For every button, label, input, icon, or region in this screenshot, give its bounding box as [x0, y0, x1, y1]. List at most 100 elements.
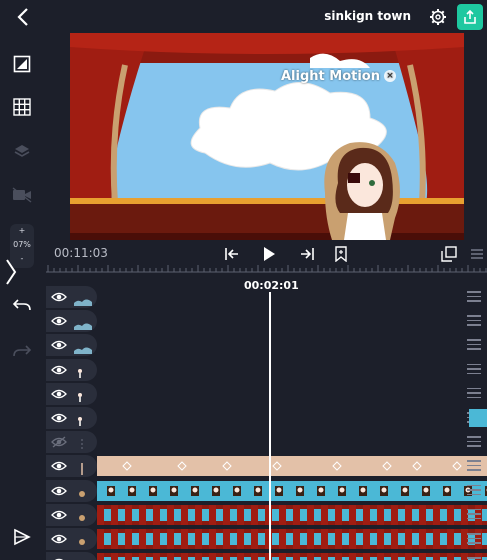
track-clip[interactable]: [97, 504, 487, 525]
bookmark-icon: [335, 246, 347, 262]
eye-icon[interactable]: [51, 508, 67, 522]
track-clip[interactable]: [97, 553, 487, 560]
track-clip[interactable]: [97, 529, 487, 549]
play-outline-icon: [14, 528, 31, 546]
eye-icon[interactable]: [51, 290, 67, 304]
layers-icon: [14, 145, 30, 157]
track-header[interactable]: [46, 407, 97, 429]
track-row[interactable]: [46, 334, 487, 357]
total-timecode: 00:11:03: [54, 246, 108, 260]
track-header[interactable]: [46, 358, 97, 381]
shape-thumbnail: [74, 291, 92, 306]
drag-handle-icon[interactable]: [467, 436, 481, 448]
preview-play-button[interactable]: [9, 524, 35, 550]
aspect-ratio-button[interactable]: [9, 51, 35, 77]
track-row[interactable]: [46, 286, 487, 308]
export-button[interactable]: [457, 4, 483, 30]
track-header[interactable]: [46, 310, 97, 333]
camera-icon: [12, 187, 32, 203]
shape-thumbnail: [74, 339, 92, 355]
top-bar: sinkign town: [0, 0, 487, 34]
eye-icon[interactable]: [51, 314, 67, 328]
drag-handle-icon[interactable]: [467, 533, 481, 545]
project-title[interactable]: sinkign town: [324, 9, 411, 23]
track-header[interactable]: [46, 479, 97, 502]
zoom-value: 07%: [13, 240, 31, 249]
track-header[interactable]: [46, 455, 97, 478]
redo-icon: [13, 345, 32, 357]
track-row[interactable]: [46, 552, 487, 560]
drag-handle-icon[interactable]: [467, 508, 481, 521]
undo-button[interactable]: [9, 292, 35, 318]
track-row[interactable]: [46, 407, 487, 429]
track-row[interactable]: [46, 310, 487, 333]
chevron-left-icon: [17, 8, 28, 26]
track-row[interactable]: [46, 528, 487, 550]
watermark-badge[interactable]: Alight Motion ×: [277, 67, 400, 85]
eye-icon[interactable]: [51, 411, 67, 425]
eye-icon[interactable]: [51, 532, 67, 546]
track-row[interactable]: [46, 503, 487, 526]
left-tool-strip: + 07% -: [0, 34, 46, 560]
eye-icon[interactable]: [51, 556, 67, 560]
eye-icon[interactable]: [51, 363, 67, 377]
eye-icon[interactable]: [51, 338, 67, 352]
back-button[interactable]: [10, 4, 36, 30]
grid-icon: [13, 98, 31, 116]
skip-back-icon: [225, 248, 238, 260]
track-header[interactable]: [46, 503, 97, 526]
figure-thumbnail: [74, 388, 92, 402]
eye-off-icon[interactable]: [51, 435, 67, 449]
list-handle-icon: [471, 249, 483, 259]
track-row[interactable]: [46, 479, 487, 502]
track-row[interactable]: [46, 431, 487, 454]
figure-thumbnail: [74, 412, 92, 426]
track-row[interactable]: [46, 382, 487, 405]
track-header[interactable]: [46, 382, 97, 405]
gear-icon: [430, 9, 446, 25]
eye-icon[interactable]: [51, 459, 67, 473]
settings-button[interactable]: [427, 6, 449, 28]
share-export-icon: [464, 9, 476, 24]
undo-icon: [12, 299, 31, 311]
play-icon: [264, 247, 275, 261]
figure-thumbnail: [74, 364, 92, 378]
copy-layer-icon: [441, 246, 457, 262]
track-header[interactable]: [46, 528, 97, 550]
selected-layer-marker[interactable]: [469, 409, 487, 427]
track-header[interactable]: [46, 286, 97, 308]
track-header[interactable]: [46, 552, 97, 560]
drag-handle-icon[interactable]: [467, 484, 481, 497]
clip-thumbnail: [74, 460, 92, 476]
track-header[interactable]: [46, 334, 97, 357]
watermark-close-icon[interactable]: ×: [384, 70, 396, 82]
alight-motion-editor: sinkign town + 07% - Alight Motion × 00:…: [0, 0, 487, 560]
redo-button[interactable]: [9, 338, 35, 364]
track-clip[interactable]: [97, 480, 487, 501]
eye-icon[interactable]: [51, 484, 67, 498]
drag-handle-icon[interactable]: [467, 387, 481, 400]
collapse-toggle[interactable]: [3, 256, 19, 288]
drag-handle-icon[interactable]: [467, 460, 481, 472]
track-row[interactable]: [46, 455, 487, 478]
clip-thumbnail: [74, 485, 92, 497]
drag-handle-icon[interactable]: [467, 363, 481, 376]
drag-handle-icon[interactable]: [467, 315, 481, 327]
watermark-text: Alight Motion: [281, 68, 380, 84]
track-row[interactable]: [46, 358, 487, 381]
grid-button[interactable]: [9, 94, 35, 120]
eye-icon[interactable]: [51, 387, 67, 401]
zoom-in-button[interactable]: +: [10, 224, 34, 238]
layers-button[interactable]: [9, 138, 35, 164]
aspect-ratio-icon: [13, 55, 31, 73]
drag-handle-icon[interactable]: [467, 291, 481, 303]
camera-button[interactable]: [9, 182, 35, 208]
clip-thumbnail: [74, 533, 92, 545]
time-ruler[interactable]: [46, 262, 487, 278]
track-header[interactable]: [46, 431, 97, 454]
playhead-line[interactable]: [269, 292, 271, 560]
track-clip[interactable]: [97, 456, 487, 477]
preview-canvas[interactable]: Alight Motion ×: [70, 33, 464, 240]
drag-handle-icon[interactable]: [467, 339, 481, 351]
canvas-artwork: [70, 33, 464, 240]
